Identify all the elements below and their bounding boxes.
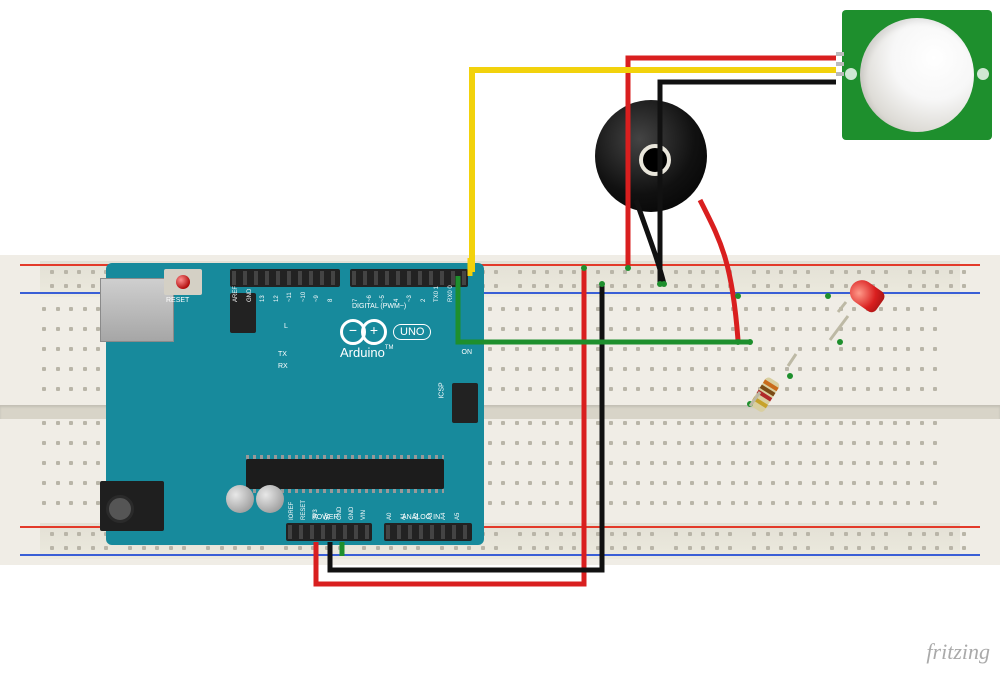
- arduino-uno: RESET ICSP2 ICSP − + UNO ArduinoTM DIGIT…: [106, 263, 484, 545]
- rx-led-label: RX: [278, 363, 288, 370]
- pir-sensor: [842, 0, 992, 150]
- pir-pins: [836, 52, 844, 76]
- tx-led-label: TX: [278, 351, 287, 358]
- pir-dome: [860, 18, 974, 132]
- usb-port: [100, 278, 174, 342]
- capacitor-1: [226, 485, 254, 513]
- reset-label: RESET: [166, 297, 189, 304]
- analog-title: ANALOG IN: [402, 514, 440, 521]
- arduino-logo: − + UNO: [340, 319, 431, 345]
- on-led-label: ON: [462, 349, 473, 356]
- circuit-diagram: RESET ICSP2 ICSP − + UNO ArduinoTM DIGIT…: [0, 0, 1000, 675]
- fritzing-credit: fritzing: [926, 639, 990, 665]
- analog-header: [384, 523, 472, 541]
- power-jack: [100, 481, 164, 531]
- uno-badge: UNO: [393, 324, 431, 340]
- digital-title: DIGITAL (PWM~): [352, 303, 406, 310]
- piezo-buzzer: [595, 100, 707, 212]
- arduino-brand: ArduinoTM: [340, 345, 393, 360]
- l-led-label: L: [284, 323, 288, 330]
- led-red: [830, 278, 878, 326]
- atmega-chip: [246, 459, 444, 489]
- icsp-header: [452, 383, 478, 423]
- reset-button[interactable]: [164, 269, 202, 295]
- capacitor-2: [256, 485, 284, 513]
- icsp-label: ICSP: [438, 382, 445, 398]
- power-header: [286, 523, 372, 541]
- digital-header-1: [230, 269, 340, 287]
